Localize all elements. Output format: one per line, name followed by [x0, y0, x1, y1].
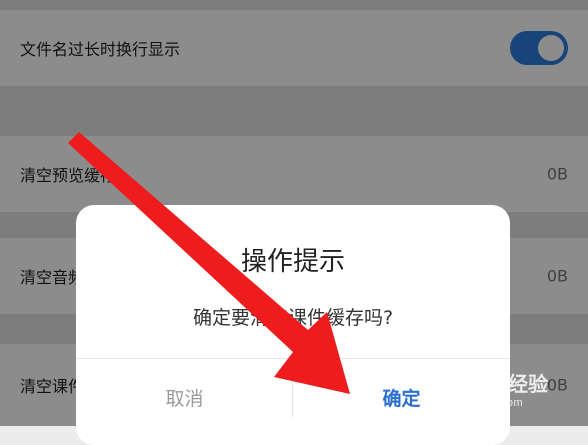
watermark-cn: 经验 — [508, 374, 548, 396]
dialog-message: 确定要清空课件缓存吗? — [192, 307, 394, 329]
watermark-url: jingyan.baidu.com — [426, 397, 524, 409]
dialog-title: 操作提示 — [240, 247, 345, 277]
cancel-button[interactable]: 取消 — [76, 359, 293, 445]
watermark-logo: Baidu — [426, 368, 488, 393]
baidu-jingyan-watermark: Baidu 经验 jingyan.baidu.com — [426, 366, 576, 416]
